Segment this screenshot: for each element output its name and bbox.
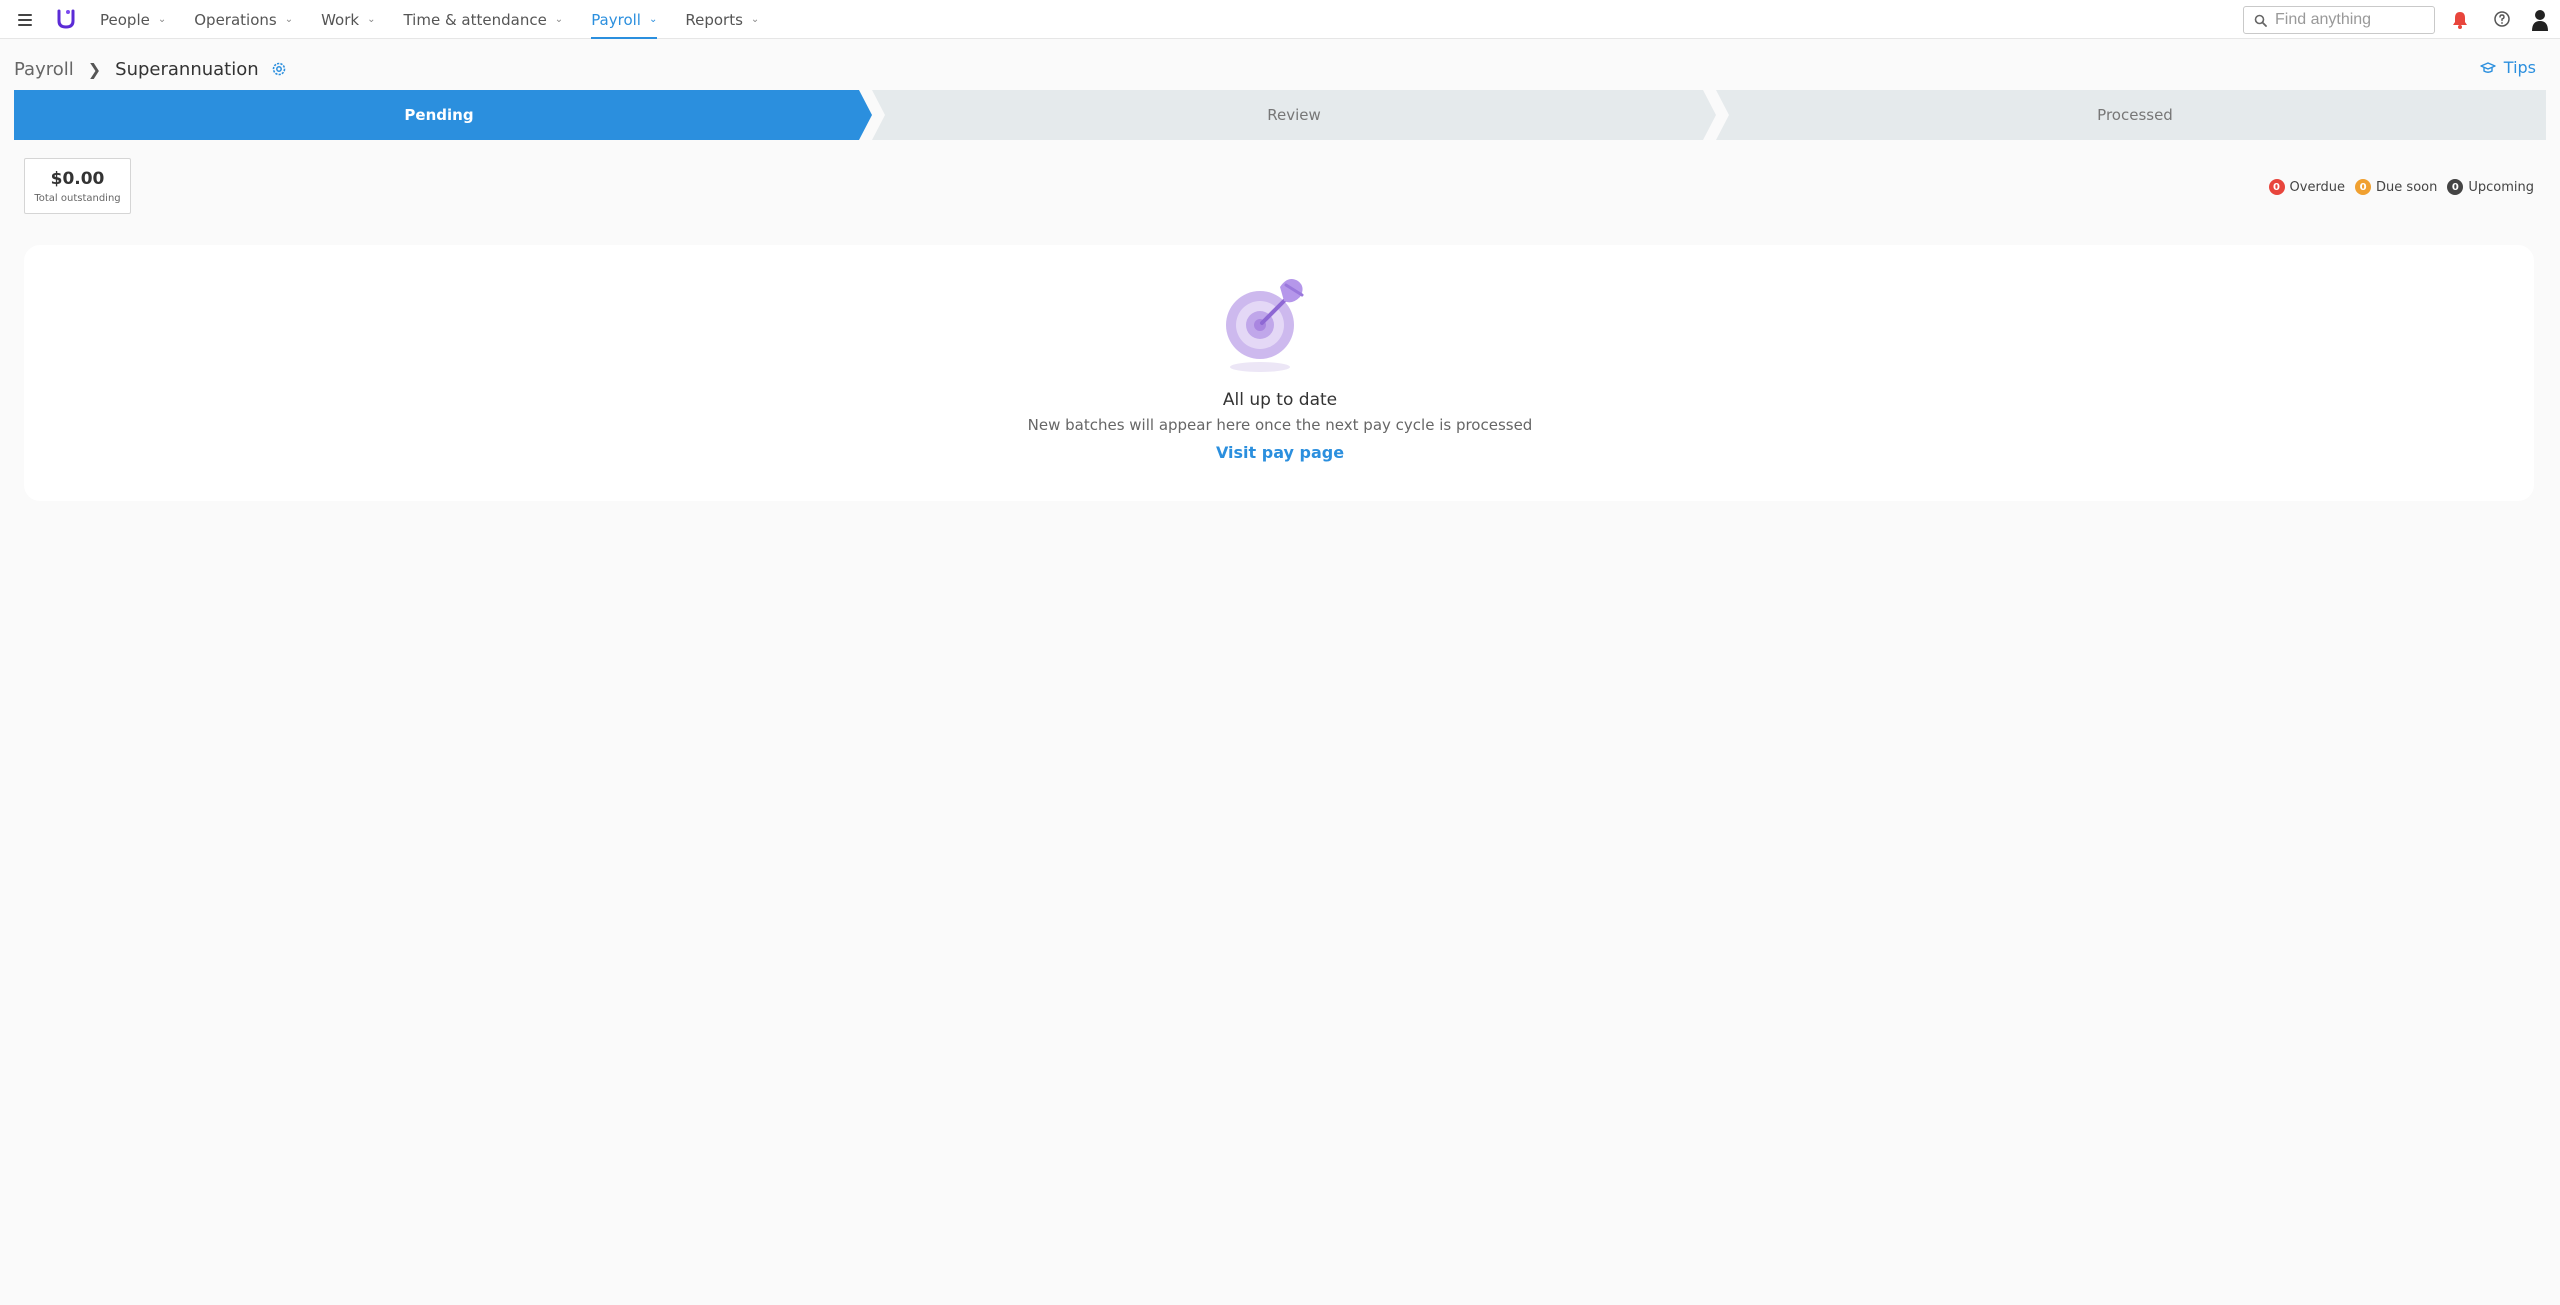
- due-soon-badge: 0: [2355, 179, 2372, 195]
- legend-label: Due soon: [2376, 179, 2438, 195]
- target-pin-icon: [1226, 279, 1304, 372]
- help-icon[interactable]: [2493, 10, 2511, 28]
- legend-due-soon: 0 Due soon: [2355, 179, 2437, 195]
- legend-label: Upcoming: [2468, 179, 2534, 195]
- nav-label: Time & attendance: [403, 10, 547, 29]
- total-label: Total outstanding: [34, 192, 121, 204]
- nav-label: Operations: [194, 10, 277, 29]
- nav-work[interactable]: Work ⌄: [321, 0, 375, 39]
- empty-state-subtitle: New batches will appear here once the ne…: [1027, 416, 1533, 434]
- search-box[interactable]: [2243, 6, 2435, 34]
- nav-label: Work: [321, 10, 360, 29]
- chevron-down-icon: ⌄: [157, 14, 167, 25]
- nav-label: Payroll: [591, 10, 641, 29]
- chevron-down-icon: ⌄: [554, 14, 564, 25]
- tips-button[interactable]: Tips: [2480, 58, 2536, 77]
- visit-pay-page-link[interactable]: Visit pay page: [1216, 443, 1344, 462]
- step-processed[interactable]: Processed: [1724, 90, 2546, 140]
- chevron-down-icon: ⌄: [367, 14, 376, 25]
- search-icon: [2254, 14, 2267, 27]
- overdue-badge: 0: [2268, 179, 2285, 195]
- status-legend: 0 Overdue 0 Due soon 0 Upcoming: [2259, 179, 2534, 195]
- search-input[interactable]: [2275, 11, 2425, 29]
- bell-icon[interactable]: [2451, 10, 2469, 30]
- visit-pay-page-wrapper: Visit pay page: [0, 443, 2560, 462]
- page-title: Superannuation: [115, 58, 259, 80]
- top-nav: People ⌄ Operations ⌄ Work ⌄ Time & atte…: [0, 0, 2560, 39]
- breadcrumb-payroll[interactable]: Payroll: [14, 59, 74, 80]
- legend-upcoming: 0 Upcoming: [2447, 179, 2534, 195]
- logo[interactable]: [56, 8, 76, 30]
- legend-label: Overdue: [2289, 179, 2346, 195]
- user-icon[interactable]: [2530, 8, 2550, 32]
- empty-state-title: All up to date: [1222, 390, 1338, 410]
- legend-overdue: 0 Overdue: [2268, 179, 2346, 195]
- nav-label: People: [100, 10, 150, 29]
- nav-time-attendance[interactable]: Time & attendance ⌄: [403, 0, 563, 39]
- graduation-cap-icon: [2480, 61, 2496, 73]
- nav-label: Reports: [685, 10, 743, 29]
- total-outstanding: $0.00 Total outstanding: [24, 158, 131, 214]
- tips-label: Tips: [2503, 58, 2536, 77]
- settings-icon[interactable]: [271, 61, 287, 77]
- status-stepper: Pending Review Processed: [14, 90, 2546, 140]
- chevron-down-icon: ⌄: [648, 14, 658, 25]
- breadcrumb: Payroll ❯ Superannuation: [14, 57, 287, 81]
- total-amount: $0.00: [50, 168, 105, 189]
- step-pending[interactable]: Pending: [14, 90, 864, 140]
- upcoming-badge: 0: [2447, 179, 2464, 195]
- menu-icon[interactable]: [18, 12, 32, 28]
- nav-reports[interactable]: Reports ⌄: [685, 0, 759, 39]
- step-review[interactable]: Review: [879, 90, 1709, 140]
- nav-operations[interactable]: Operations ⌄: [194, 0, 293, 39]
- chevron-down-icon: ⌄: [750, 14, 760, 25]
- chevron-down-icon: ⌄: [284, 14, 294, 25]
- chevron-right-icon: ❯: [87, 59, 102, 79]
- nav-people[interactable]: People ⌄: [100, 0, 166, 39]
- nav-payroll[interactable]: Payroll ⌄: [591, 0, 658, 39]
